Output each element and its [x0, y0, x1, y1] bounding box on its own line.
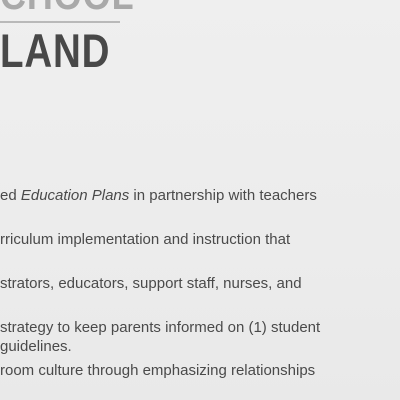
document-page: CHOOL LAND ed Education Plans in partner… — [0, 0, 400, 400]
responsibility-line-3: strators, educators, support staff, nurs… — [0, 275, 302, 292]
header-divider — [0, 21, 120, 23]
line-1-prefix: ed — [0, 187, 21, 204]
responsibility-line-5: guidelines. — [0, 338, 72, 355]
header-title: LAND — [0, 24, 111, 77]
responsibility-line-6: room culture through emphasizing relatio… — [0, 362, 316, 379]
line-1-suffix: in partnership with teachers — [129, 187, 317, 204]
responsibility-line-1: ed Education Plans in partnership with t… — [0, 187, 317, 205]
responsibility-line-4: strategy to keep parents informed on (1)… — [0, 319, 321, 336]
line-1-italic: Education Plans — [20, 187, 130, 204]
responsibility-line-2: rriculum implementation and instruction … — [0, 231, 291, 248]
header-school-fragment: CHOOL — [0, 0, 134, 19]
